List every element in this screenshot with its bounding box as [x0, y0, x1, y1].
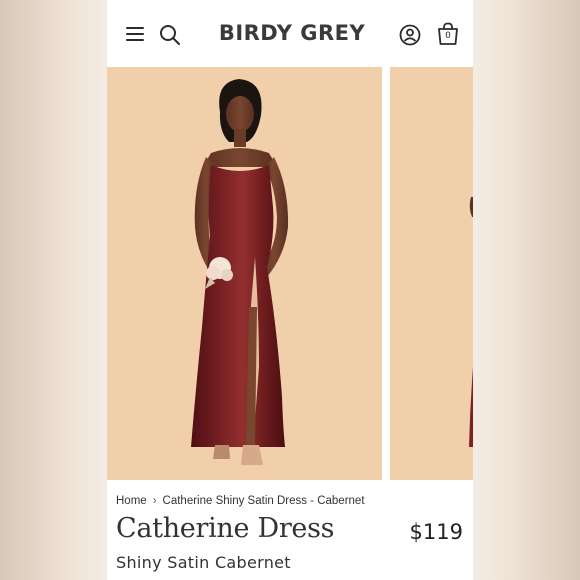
breadcrumb-current: Catherine Shiny Satin Dress - Cabernet: [162, 495, 365, 507]
product-page: BIRDY GREY 0 Home › Catherine Shiny Sati…: [107, 0, 473, 580]
chevron-right-icon: ›: [152, 495, 157, 507]
shopping-bag-icon[interactable]: 0: [436, 22, 460, 46]
breadcrumb: Home › Catherine Shiny Satin Dress - Caber…: [116, 495, 365, 507]
site-header: BIRDY GREY 0: [107, 0, 473, 67]
product-image-main[interactable]: [107, 67, 382, 480]
breadcrumb-home-link[interactable]: Home: [116, 495, 147, 507]
product-image-carousel[interactable]: [107, 67, 473, 480]
account-icon[interactable]: [399, 24, 421, 46]
product-variant: Shiny Satin Cabernet: [116, 553, 291, 572]
bag-count-badge: 0: [445, 31, 451, 41]
product-image-next[interactable]: [390, 67, 473, 480]
product-title: Catherine Dress: [116, 513, 335, 544]
product-price: $119: [409, 520, 463, 544]
